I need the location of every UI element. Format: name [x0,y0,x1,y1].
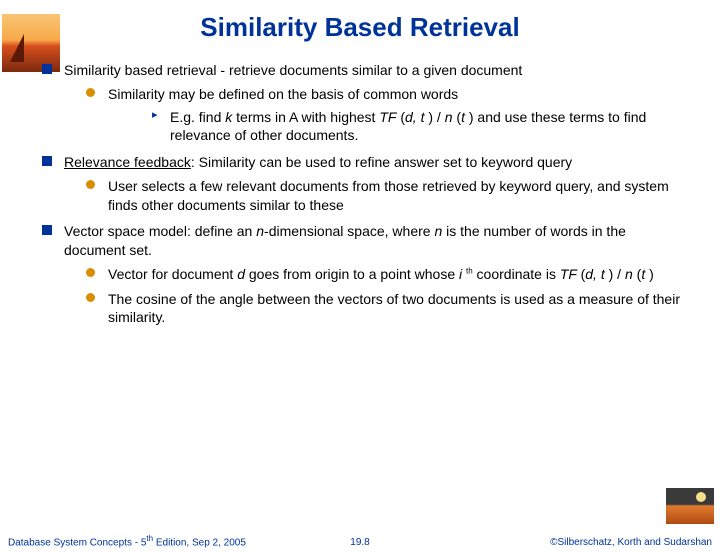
bullet-2-sub-1: User selects a few relevant documents fr… [86,177,686,214]
bullet-3-sub-2-text: The cosine of the angle between the vect… [108,291,680,325]
bullet-1-sub-1-text: Similarity may be defined on the basis o… [108,86,458,102]
bullet-2-sub-1-text: User selects a few relevant documents fr… [108,178,669,212]
bullet-3-sub-1: Vector for document d goes from origin t… [86,265,686,283]
bullet-1-sub-1: Similarity may be defined on the basis o… [86,85,686,144]
slide-title: Similarity Based Retrieval [60,12,660,43]
bullet-1: Similarity based retrieval - retrieve do… [42,61,686,145]
logo-sunset [666,488,714,524]
bullet-1-sub-1-sub-1: E.g. find k terms in A with highest TF (… [152,108,686,145]
bullet-2: Relevance feedback: Similarity can be us… [42,153,686,214]
bullet-2-text: : Similarity can be used to refine answe… [191,154,572,170]
footer-copyright: ©Silberschatz, Korth and Sudarshan [550,537,712,548]
bullet-3: Vector space model: define an n-dimensio… [42,222,686,326]
slide-body: Similarity based retrieval - retrieve do… [42,61,686,327]
bullet-2-term: Relevance feedback [64,154,191,170]
bullet-3-sub-2: The cosine of the angle between the vect… [86,290,686,327]
bullet-1-text: Similarity based retrieval - retrieve do… [64,62,522,78]
